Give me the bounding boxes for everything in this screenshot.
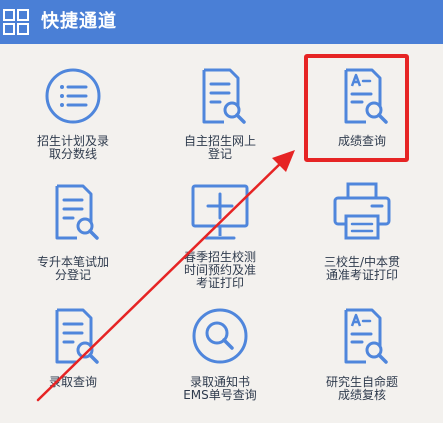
quick-link-independent-registration[interactable]: 自主招生网上 登记: [150, 66, 290, 186]
document-search-icon: [202, 68, 246, 124]
document-search-icon: [55, 308, 99, 364]
quick-link-label: 研究生自命题 成绩复核: [325, 375, 398, 402]
page-title: 快捷通道: [41, 11, 117, 32]
quick-link-graduate-score-review[interactable]: 研究生自命题 成绩复核: [292, 306, 432, 423]
list-circle-icon: [45, 68, 101, 124]
document-search-icon: [55, 184, 99, 240]
quick-link-label: 录取通知书 EMS单号查询: [183, 375, 257, 402]
quick-link-ems-tracking-query[interactable]: 录取通知书 EMS单号查询: [150, 306, 290, 423]
grid-icon: [3, 9, 29, 35]
quick-link-label: 自主招生网上 登记: [183, 134, 256, 161]
quick-link-spring-exam-appointment[interactable]: 春季招生校测 时间预约及准 考证打印: [150, 182, 290, 302]
magnifier-circle-icon: [192, 308, 248, 364]
printer-icon: [333, 182, 391, 240]
quick-link-label: 三校生/中本贯 通准考证打印: [323, 255, 401, 282]
quick-link-admission-plan[interactable]: 招生计划及录 取分数线: [3, 66, 143, 186]
quick-access-header: 快捷通道: [0, 0, 443, 44]
quick-link-admission-query[interactable]: 录取查询: [3, 306, 143, 423]
quick-link-label: 专升本笔试加 分登记: [36, 255, 109, 282]
grade-document-search-icon: [344, 308, 388, 364]
highlight-box: [304, 54, 409, 162]
quick-link-admission-ticket-print[interactable]: 三校生/中本贯 通准考证打印: [292, 182, 432, 302]
quick-link-label: 录取查询: [48, 375, 97, 389]
quick-link-label: 春季招生校测 时间预约及准 考证打印: [183, 250, 256, 290]
quick-link-upgrade-bonus-registration[interactable]: 专升本笔试加 分登记: [3, 182, 143, 302]
quick-link-label: 招生计划及录 取分数线: [36, 134, 109, 161]
monitor-plus-icon: [191, 184, 249, 240]
